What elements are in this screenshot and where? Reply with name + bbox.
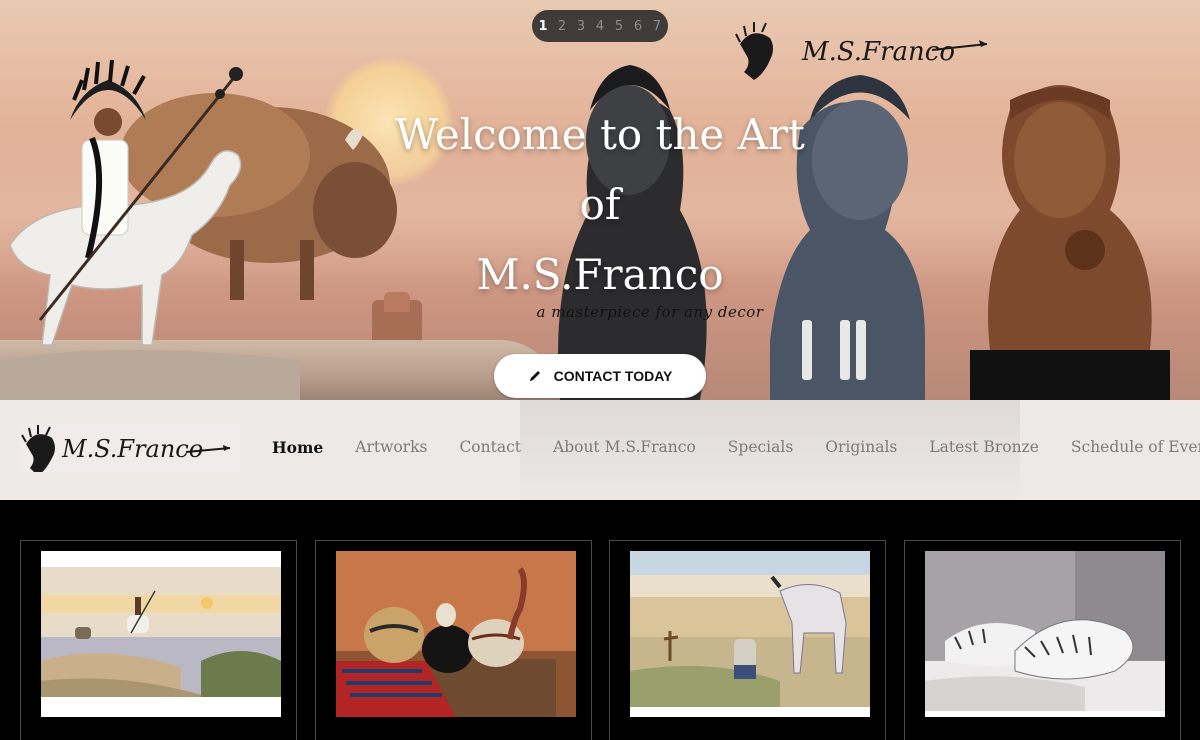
slider-page-6[interactable]: 6 [632,19,644,34]
hero-slider: 1 2 3 4 5 6 7 M.S.Franco Welcome to the … [0,0,1200,400]
hero-title: Welcome to the Art of M.S.Franco [395,110,805,299]
main-nav: Home Artworks Contact About M.S.Franco S… [256,438,1200,462]
slider-page-4[interactable]: 4 [594,19,606,34]
svg-text:M.S.Franco: M.S.Franco [61,435,203,463]
slider-page-5[interactable]: 5 [613,19,625,34]
hero-tagline: a masterpiece for any decor [536,303,764,321]
slider-pager: 1 2 3 4 5 6 7 [532,10,668,42]
artwork-gallery [0,500,1200,740]
artwork-thumbnail[interactable] [41,551,281,717]
nav-latest-bronze[interactable]: Latest Bronze [913,438,1055,462]
gallery-card-pottery[interactable] [315,540,592,740]
white-tigers-painting [925,551,1165,717]
rider-cliff-painting [41,551,281,717]
pottery-still-life-painting [336,551,576,717]
nav-about[interactable]: About M.S.Franco [537,438,712,462]
contact-today-button[interactable]: CONTACT TODAY [494,354,706,398]
nav-home[interactable]: Home [256,438,339,462]
nav-schedule-of-events[interactable]: Schedule of Events [1055,438,1200,462]
gallery-card-white-tigers[interactable] [904,540,1181,740]
artwork-thumbnail[interactable] [925,551,1165,717]
contact-today-label: CONTACT TODAY [553,368,673,384]
hero-signature-logo: M.S.Franco [735,22,988,80]
svg-text:M.S.Franco: M.S.Franco [801,37,955,67]
slider-page-1[interactable]: 1 [537,19,549,34]
main-navbar: M.S.Franco Home Artworks Contact About M… [0,400,1200,500]
signature-logo: M.S.Franco [21,425,231,476]
artwork-thumbnail[interactable] [336,551,576,717]
gallery-card-rider-cliff[interactable] [20,540,297,740]
slider-page-3[interactable]: 3 [575,19,587,34]
nav-specials[interactable]: Specials [712,438,810,462]
nav-artworks[interactable]: Artworks [339,438,443,462]
site-logo[interactable]: M.S.Franco [18,424,240,476]
nav-originals[interactable]: Originals [809,438,913,462]
pencil-icon [529,371,540,381]
slider-page-2[interactable]: 2 [556,19,568,34]
nav-contact[interactable]: Contact [443,438,537,462]
cowboy-grave-painting [630,551,870,717]
artwork-thumbnail[interactable] [630,551,870,717]
gallery-card-cowboy-grave[interactable] [609,540,886,740]
slider-page-7[interactable]: 7 [651,19,663,34]
